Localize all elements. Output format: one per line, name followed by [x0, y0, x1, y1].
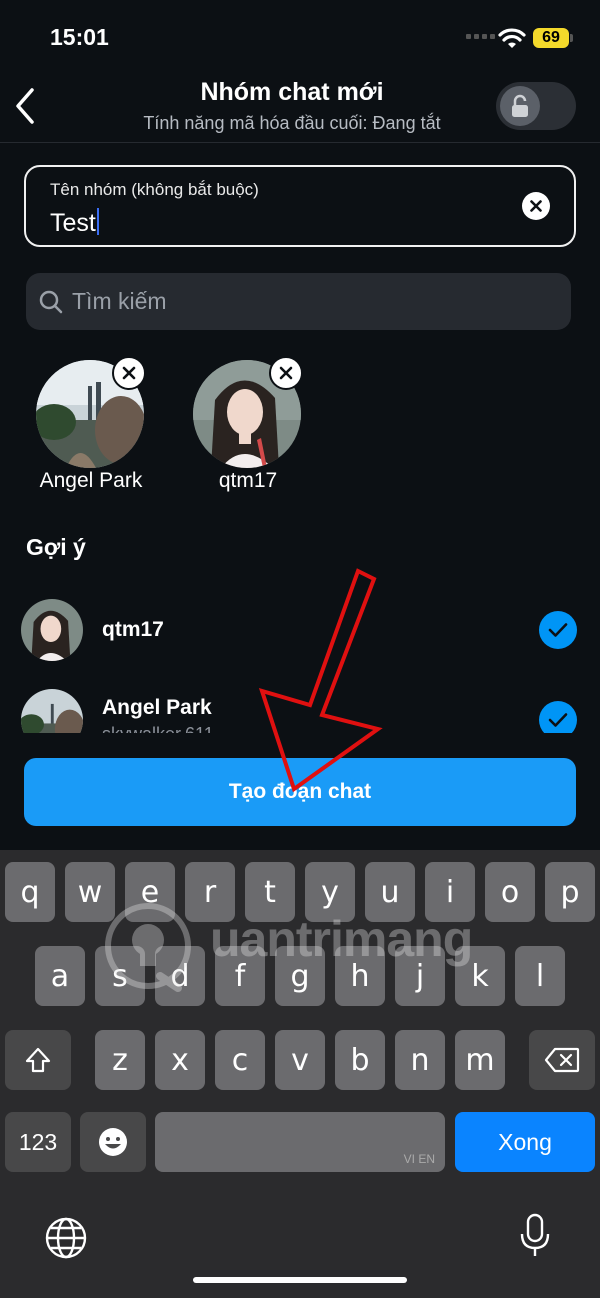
emoji-icon — [99, 1128, 127, 1156]
suggestion-name: Angel Park — [102, 696, 212, 719]
avatar — [21, 689, 83, 733]
checkmark-icon — [548, 713, 568, 727]
chip-name: qtm17 — [218, 469, 278, 492]
search-input[interactable]: Tìm kiếm — [26, 273, 571, 330]
group-name-field[interactable]: Tên nhóm (không bắt buộc) Test — [24, 165, 576, 247]
emoji-key[interactable] — [80, 1112, 146, 1172]
avatar — [21, 599, 83, 661]
group-name-value: Test — [50, 209, 96, 237]
key-v[interactable]: v — [275, 1030, 325, 1090]
toggle-knob — [500, 86, 540, 126]
close-icon — [122, 366, 136, 380]
annotation-arrow — [258, 568, 383, 793]
key-l[interactable]: l — [515, 946, 565, 1006]
backspace-icon — [544, 1047, 580, 1073]
checkmark-icon — [548, 623, 568, 637]
backspace-key[interactable] — [529, 1030, 595, 1090]
suggestion-name: qtm17 — [102, 618, 164, 641]
key-b[interactable]: b — [335, 1030, 385, 1090]
done-key[interactable]: Xong — [455, 1112, 595, 1172]
battery-indicator: 69 — [533, 28, 569, 48]
suggestions-heading: Gợi ý — [26, 534, 86, 560]
cellular-signal-icon — [466, 34, 495, 39]
clear-input-button[interactable] — [522, 192, 550, 220]
close-icon — [530, 200, 542, 212]
key-p[interactable]: p — [545, 862, 595, 922]
key-z[interactable]: z — [95, 1030, 145, 1090]
battery-tip — [570, 34, 573, 42]
shift-key[interactable] — [5, 1030, 71, 1090]
wifi-icon — [498, 28, 526, 48]
search-icon — [39, 290, 63, 314]
group-name-label: Tên nhóm (không bắt buộc) — [50, 180, 259, 199]
watermark: uantrimang — [100, 890, 473, 992]
key-a[interactable]: a — [35, 946, 85, 1006]
key-n[interactable]: n — [395, 1030, 445, 1090]
key-o[interactable]: o — [485, 862, 535, 922]
search-placeholder: Tìm kiếm — [72, 288, 167, 314]
encryption-toggle[interactable] — [496, 82, 576, 130]
shift-arrow-icon — [25, 1047, 51, 1073]
home-indicator[interactable] — [193, 1277, 407, 1283]
microphone-icon[interactable] — [518, 1212, 552, 1260]
selected-user-chip: Angel Park — [36, 356, 148, 496]
space-key[interactable]: VI EN — [155, 1112, 445, 1172]
globe-icon[interactable] — [44, 1216, 88, 1260]
header-divider — [0, 142, 600, 143]
watermark-text: uantrimang — [210, 911, 473, 967]
key-x[interactable]: x — [155, 1030, 205, 1090]
key-q[interactable]: q — [5, 862, 55, 922]
language-indicator: VI EN — [403, 1152, 435, 1166]
selected-checkbox[interactable] — [539, 611, 577, 649]
encryption-status: Tính năng mã hóa đầu cuối: Đang tắt — [143, 113, 441, 133]
chip-name: Angel Park — [39, 469, 143, 492]
text-caret — [96, 208, 99, 235]
unlock-icon — [512, 94, 528, 117]
lightbulb-logo-icon — [105, 903, 191, 992]
selected-user-chip: qtm17 — [193, 356, 305, 496]
selected-checkbox[interactable] — [539, 701, 577, 733]
remove-chip-button[interactable] — [112, 356, 146, 390]
suggestion-username: skywalker.611 — [102, 724, 214, 733]
key-m[interactable]: m — [455, 1030, 505, 1090]
status-time: 15:01 — [50, 24, 109, 50]
numbers-key[interactable]: 123 — [5, 1112, 71, 1172]
key-c[interactable]: c — [215, 1030, 265, 1090]
close-icon — [279, 366, 293, 380]
remove-chip-button[interactable] — [269, 356, 303, 390]
